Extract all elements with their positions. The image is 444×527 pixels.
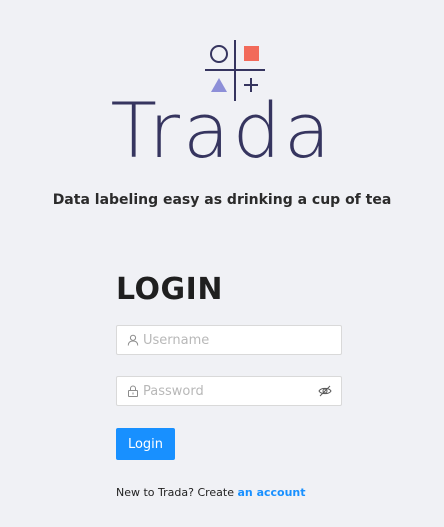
signup-text: New to Trada? Create an account xyxy=(116,486,306,499)
password-input[interactable] xyxy=(143,383,318,399)
username-input[interactable] xyxy=(143,332,341,348)
tagline: Data labeling easy as drinking a cup of … xyxy=(52,192,392,208)
eye-invisible-icon[interactable] xyxy=(318,384,332,398)
login-button[interactable]: Login xyxy=(116,428,175,460)
signup-prompt: New to Trada? Create xyxy=(116,486,238,499)
password-field[interactable] xyxy=(116,376,342,406)
username-field[interactable] xyxy=(116,325,342,355)
user-icon xyxy=(127,334,139,346)
brand-name: Trada xyxy=(110,86,334,175)
create-account-link[interactable]: an account xyxy=(238,486,306,499)
login-title: LOGIN xyxy=(116,272,223,307)
lock-icon xyxy=(127,385,139,397)
